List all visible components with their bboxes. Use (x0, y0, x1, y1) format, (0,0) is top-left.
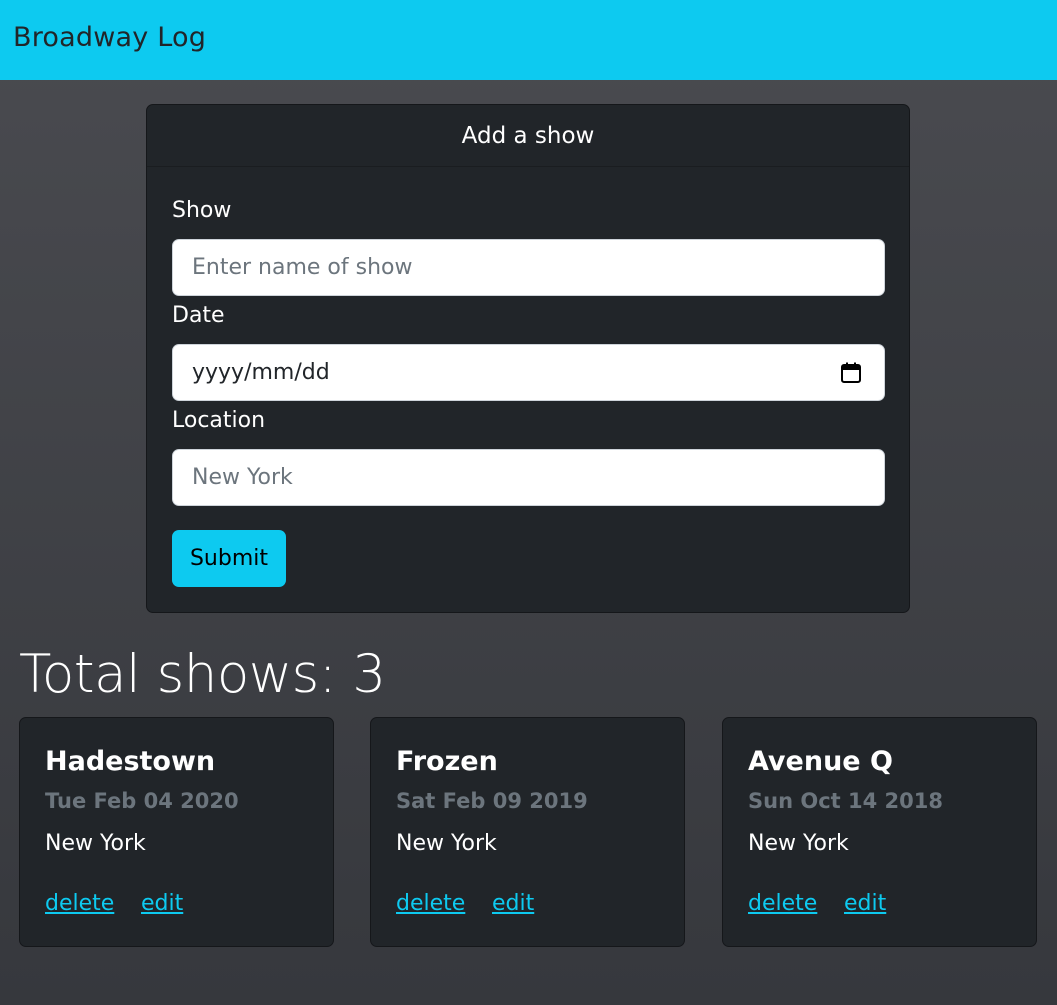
delete-link[interactable]: delete (396, 891, 465, 916)
show-card: Hadestown Tue Feb 04 2020 New York delet… (19, 717, 334, 947)
show-card: Frozen Sat Feb 09 2019 New York delete e… (370, 717, 685, 947)
location-input-placeholder: New York (192, 465, 293, 490)
location-label: Location (172, 408, 266, 433)
submit-button[interactable]: Submit (172, 530, 286, 587)
show-location: New York (396, 831, 497, 856)
date-input[interactable]: yyyy/mm/dd (172, 344, 885, 401)
add-show-header: Add a show (147, 105, 909, 167)
edit-link[interactable]: edit (844, 891, 886, 916)
show-input[interactable]: Enter name of show (172, 239, 885, 296)
location-input[interactable]: New York (172, 449, 885, 506)
edit-link[interactable]: edit (141, 891, 183, 916)
brand-link[interactable]: Broadway Log (13, 22, 206, 53)
show-label: Show (172, 198, 232, 223)
delete-link[interactable]: delete (748, 891, 817, 916)
show-input-placeholder: Enter name of show (192, 255, 413, 280)
total-shows-heading: Total shows: 3 (19, 644, 386, 705)
date-label: Date (172, 303, 225, 328)
show-location: New York (748, 831, 849, 856)
show-date: Sat Feb 09 2019 (396, 789, 588, 813)
add-show-card: Add a show Show Enter name of show Date … (146, 104, 910, 613)
show-title: Frozen (396, 746, 498, 777)
date-input-placeholder: yyyy/mm/dd (192, 360, 330, 385)
delete-link[interactable]: delete (45, 891, 114, 916)
show-date: Tue Feb 04 2020 (45, 789, 239, 813)
show-title: Hadestown (45, 746, 216, 777)
show-date: Sun Oct 14 2018 (748, 789, 943, 813)
navbar: Broadway Log (0, 0, 1057, 80)
edit-link[interactable]: edit (492, 891, 534, 916)
show-title: Avenue Q (748, 746, 893, 777)
show-card: Avenue Q Sun Oct 14 2018 New York delete… (722, 717, 1037, 947)
show-location: New York (45, 831, 146, 856)
calendar-icon[interactable] (840, 362, 862, 384)
